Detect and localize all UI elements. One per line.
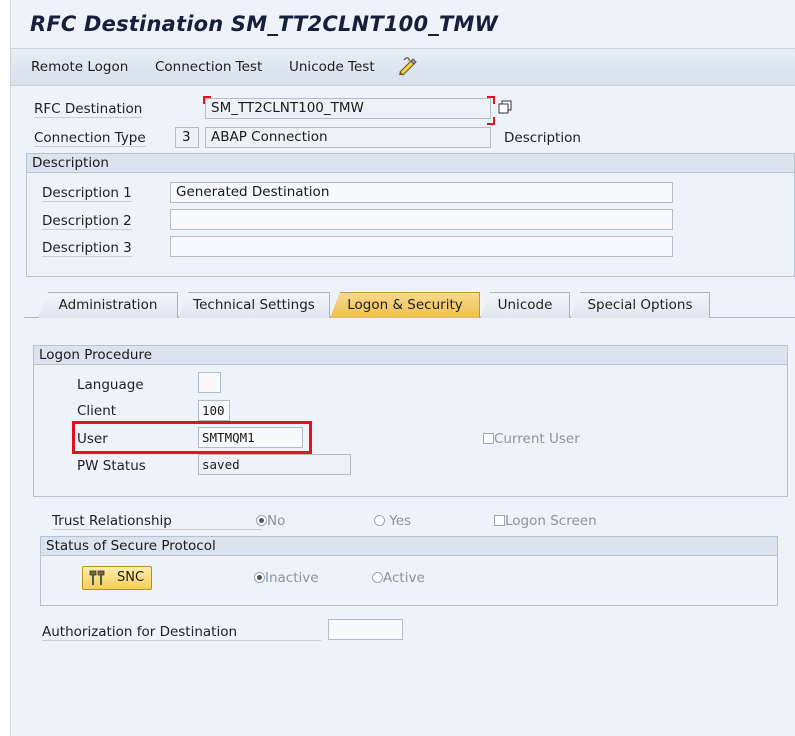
logon-procedure-header: Logon Procedure [33,345,788,365]
description-2-field[interactable] [170,209,673,230]
radio-unselected-icon [372,572,383,583]
connection-type-code: 3 [182,129,191,145]
description-section-header: Description [26,153,795,173]
snc-tool-icon [88,570,106,594]
current-user-label: Current User [494,431,580,447]
secure-protocol-header: Status of Secure Protocol [40,536,778,556]
tab-unicode[interactable]: Unicode [480,292,570,318]
current-user-check-icon [483,433,494,444]
description-3-field[interactable] [170,236,673,257]
connection-type-value: ABAP Connection [211,129,328,145]
trust-relationship-label: Trust Relationship [52,513,262,530]
language-field[interactable] [198,372,221,393]
tab-logon-security[interactable]: Logon & Security [330,292,480,318]
trust-no-radio[interactable]: No [256,513,285,529]
description-1-value: Generated Destination [176,184,330,200]
pw-status-value: saved [202,457,240,472]
required-corner-mark [487,96,495,104]
rfc-destination-value: SM_TT2CLNT100_TMW [211,100,364,116]
logon-screen-checkbox[interactable]: Logon Screen [494,513,597,529]
tab-technical-settings[interactable]: Technical Settings [178,292,330,318]
snc-button-label: SNC [117,570,145,585]
current-user-checkbox[interactable]: Current User [483,431,580,447]
snc-active-label: Active [383,570,425,586]
logon-screen-check-icon [494,515,505,526]
authorization-label: Authorization for Destination [42,624,322,641]
connection-type-code-field[interactable]: 3 [175,127,199,148]
required-corner-mark [203,96,211,104]
radio-selected-icon [254,572,265,583]
description-3-label: Description 3 [42,240,132,257]
snc-button[interactable]: SNC [82,566,152,590]
rfc-destination-field[interactable]: SM_TT2CLNT100_TMW [205,98,491,119]
pw-status-field: saved [198,454,351,475]
copy-icon[interactable] [498,100,512,118]
pencil-tool-icon[interactable] [397,56,419,80]
radio-selected-icon [256,515,267,526]
description-1-label: Description 1 [42,185,132,202]
radio-unselected-icon [374,515,385,526]
trust-no-label: No [267,513,286,529]
tab-special-options[interactable]: Special Options [570,292,710,318]
pw-status-label: PW Status [77,458,146,474]
trust-yes-label: Yes [389,513,412,529]
snc-inactive-label: Inactive [265,570,319,586]
logon-screen-label: Logon Screen [505,513,597,529]
description-2-label: Description 2 [42,213,132,230]
required-corner-mark [487,117,495,125]
user-highlight-box [72,421,312,454]
description-header-label: Description [504,130,581,146]
toolbar: Remote Logon Connection Test Unicode Tes… [11,48,795,86]
rfc-destination-label: RFC Destination [34,101,143,118]
connection-test-button[interactable]: Connection Test [155,59,262,75]
connection-type-field: ABAP Connection [205,127,491,148]
snc-active-radio[interactable]: Active [372,570,425,586]
tab-administration[interactable]: Administration [38,292,178,318]
description-1-field[interactable]: Generated Destination [170,182,673,203]
snc-inactive-radio[interactable]: Inactive [254,570,319,586]
language-label: Language [77,377,144,393]
remote-logon-button[interactable]: Remote Logon [31,59,128,75]
client-label: Client [77,403,117,419]
unicode-test-button[interactable]: Unicode Test [289,59,375,75]
authorization-field[interactable] [328,619,403,640]
client-value: 100 [202,403,225,418]
connection-type-label: Connection Type [34,130,146,147]
trust-yes-radio[interactable]: Yes [374,513,411,529]
client-field[interactable]: 100 [198,400,230,421]
page-title: RFC Destination SM_TT2CLNT100_TMW [30,12,498,36]
